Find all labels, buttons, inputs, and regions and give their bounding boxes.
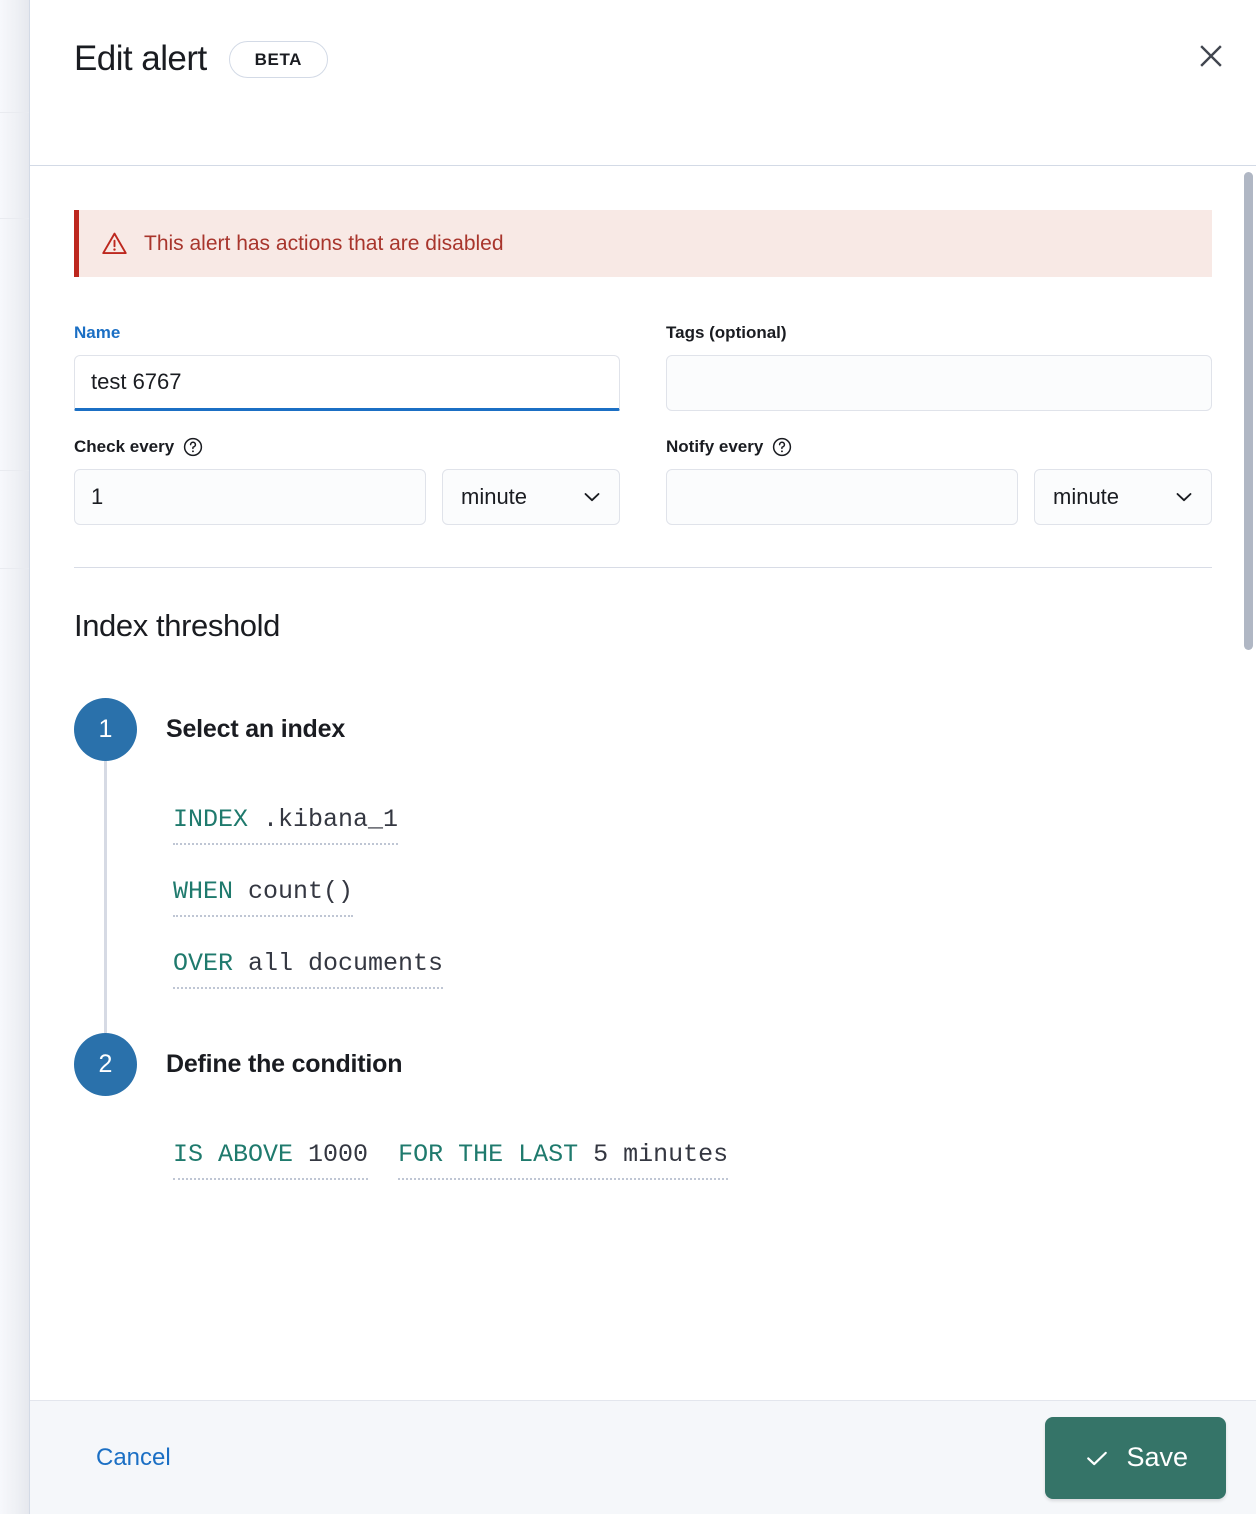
expression-row: INDEX .kibana_1 xyxy=(173,805,1212,845)
section-title: Index threshold xyxy=(74,608,280,643)
check-every-unit-value: minute xyxy=(461,484,528,509)
modal-footer: Cancel Save xyxy=(30,1400,1256,1514)
step-1-header: 1 Select an index xyxy=(74,698,1212,761)
notify-every-unit-value: minute xyxy=(1053,484,1120,509)
step-2-body: IS ABOVE 1000 FOR THE LAST 5 minutes xyxy=(104,1096,1212,1224)
notify-every-label: Notify every xyxy=(666,437,1212,457)
close-icon xyxy=(1198,43,1224,72)
when-expression[interactable]: WHEN count() xyxy=(173,877,354,917)
step-select-an-index: 1 Select an index INDEX .kibana_1 WHEN c… xyxy=(74,698,1212,1033)
check-icon xyxy=(1083,1444,1111,1472)
name-input[interactable] xyxy=(74,355,620,411)
beta-badge: BETA xyxy=(228,40,329,78)
notify-every-input[interactable] xyxy=(666,469,1018,525)
modal-header: Edit alert BETA xyxy=(30,0,1256,166)
check-every-input[interactable] xyxy=(74,469,426,525)
step-define-the-condition: 2 Define the condition IS ABOVE 1000 FOR… xyxy=(74,1033,1212,1224)
name-label: Name xyxy=(74,323,121,342)
index-value: .kibana_1 xyxy=(263,805,399,834)
threshold-keyword: IS ABOVE xyxy=(173,1140,294,1169)
when-keyword: WHEN xyxy=(173,877,234,906)
disabled-actions-callout: This alert has actions that are disabled xyxy=(74,210,1212,277)
over-expression[interactable]: OVER all documents xyxy=(173,949,444,989)
tags-field-group: Tags (optional) xyxy=(666,323,1212,411)
step-2-number: 2 xyxy=(74,1033,137,1096)
modal-scrollbar[interactable] xyxy=(1244,166,1256,1400)
step-1-title: Select an index xyxy=(166,715,346,743)
over-value: all documents xyxy=(248,949,444,978)
timewindow-value: 5 minutes xyxy=(593,1140,729,1169)
title-group: Edit alert BETA xyxy=(74,39,329,79)
timewindow-expression[interactable]: FOR THE LAST 5 minutes xyxy=(398,1140,729,1180)
threshold-expression[interactable]: IS ABOVE 1000 xyxy=(173,1140,369,1180)
tags-label: Tags (optional) xyxy=(666,323,787,342)
form-row-intervals: Check every minute xyxy=(74,437,1212,525)
save-button[interactable]: Save xyxy=(1045,1416,1226,1499)
when-value: count() xyxy=(248,877,354,906)
edit-alert-modal: Edit alert BETA This alert has actions t… xyxy=(29,0,1256,1514)
expression-row: IS ABOVE 1000 FOR THE LAST 5 minutes xyxy=(173,1140,1212,1180)
warning-triangle-icon xyxy=(101,230,128,257)
expression-row: WHEN count() xyxy=(173,877,1212,917)
over-keyword: OVER xyxy=(173,949,234,978)
expression-row: OVER all documents xyxy=(173,949,1212,989)
scrollbar-thumb[interactable] xyxy=(1244,172,1253,650)
step-2-title: Define the condition xyxy=(166,1050,403,1078)
step-1-number: 1 xyxy=(74,698,137,761)
notify-every-label-text: Notify every xyxy=(666,437,764,456)
question-in-circle-icon[interactable] xyxy=(772,437,792,457)
step-2-header: 2 Define the condition xyxy=(74,1033,1212,1096)
close-button[interactable] xyxy=(1190,36,1232,78)
tags-input[interactable] xyxy=(666,355,1212,411)
chevron-down-icon xyxy=(581,486,603,508)
check-every-group: Check every minute xyxy=(74,437,620,525)
notify-every-controls: minute xyxy=(666,469,1212,525)
timewindow-keyword: FOR THE LAST xyxy=(398,1140,579,1169)
index-expression[interactable]: INDEX .kibana_1 xyxy=(173,805,399,845)
form-row-name-tags: Name Tags (optional) xyxy=(74,323,1212,411)
check-every-unit-select[interactable]: minute xyxy=(442,469,620,525)
notify-every-group: Notify every minute xyxy=(666,437,1212,525)
name-field-group: Name xyxy=(74,323,620,411)
step-1-body: INDEX .kibana_1 WHEN count() OVER all do… xyxy=(104,761,1212,1033)
check-every-label-text: Check every xyxy=(74,437,175,456)
page-title: Edit alert xyxy=(74,39,207,78)
index-keyword: INDEX xyxy=(173,805,249,834)
question-in-circle-icon[interactable] xyxy=(183,437,203,457)
background-page xyxy=(0,0,29,1514)
callout-text: This alert has actions that are disabled xyxy=(144,231,504,255)
notify-every-unit-select[interactable]: minute xyxy=(1034,469,1212,525)
save-button-label: Save xyxy=(1126,1442,1188,1472)
section-divider xyxy=(74,567,1212,568)
chevron-down-icon xyxy=(1173,486,1195,508)
modal-body: This alert has actions that are disabled… xyxy=(30,166,1256,1400)
cancel-button[interactable]: Cancel xyxy=(92,1438,175,1478)
check-every-label: Check every xyxy=(74,437,620,457)
threshold-value: 1000 xyxy=(308,1140,369,1169)
check-every-controls: minute xyxy=(74,469,620,525)
